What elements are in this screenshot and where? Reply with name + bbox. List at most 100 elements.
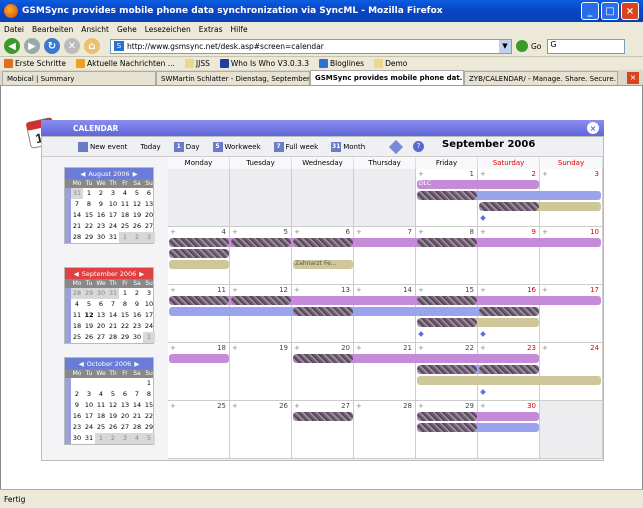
- menu-lesezeichen[interactable]: Lesezeichen: [145, 25, 191, 34]
- mini-day[interactable]: 1: [143, 378, 155, 389]
- mini-day[interactable]: 22: [143, 411, 155, 422]
- bookmark-erste-schritte[interactable]: Erste Schritte: [4, 59, 66, 68]
- next-month-icon[interactable]: ▶: [139, 270, 144, 278]
- day-cell[interactable]: +8: [416, 227, 478, 285]
- maximize-button[interactable]: □: [601, 2, 619, 20]
- prev-month-icon[interactable]: ◀: [74, 270, 79, 278]
- mini-day[interactable]: 4: [119, 188, 131, 199]
- day-cell[interactable]: +28: [354, 401, 416, 459]
- mini-day[interactable]: 24: [83, 422, 95, 433]
- mini-day[interactable]: 30: [95, 288, 107, 299]
- mini-day[interactable]: 4: [131, 433, 143, 444]
- calendar-event[interactable]: [293, 412, 353, 421]
- mini-day[interactable]: 5: [131, 188, 143, 199]
- mini-day[interactable]: 28: [107, 332, 119, 343]
- tab-gsmsync[interactable]: GSMSync provides mobile phone dat...: [310, 70, 464, 85]
- close-tab-icon[interactable]: ×: [627, 71, 639, 84]
- day-cell[interactable]: [168, 169, 230, 227]
- mini-day[interactable]: 27: [95, 332, 107, 343]
- add-event-icon[interactable]: +: [170, 402, 176, 410]
- mini-day[interactable]: 13: [119, 400, 131, 411]
- add-event-icon[interactable]: +: [232, 228, 238, 236]
- url-bar[interactable]: S http://www.gsmsync.net/desk.asp#screen…: [110, 38, 512, 54]
- mini-day[interactable]: 11: [95, 400, 107, 411]
- mini-day[interactable]: 15: [83, 210, 95, 221]
- day-cell[interactable]: [230, 169, 292, 227]
- menu-extras[interactable]: Extras: [199, 25, 223, 34]
- mini-day[interactable]: 16: [71, 411, 83, 422]
- calendar-event[interactable]: [169, 238, 229, 247]
- mini-day[interactable]: 17: [83, 411, 95, 422]
- add-event-icon[interactable]: +: [418, 228, 424, 236]
- back-arrow-icon[interactable]: ◀: [4, 38, 20, 54]
- add-event-icon[interactable]: +: [356, 344, 362, 352]
- add-event-icon[interactable]: +: [542, 344, 548, 352]
- next-month-icon[interactable]: ▶: [133, 170, 138, 178]
- bookmark-bloglines[interactable]: Bloglines: [319, 59, 364, 68]
- calendar-event[interactable]: [417, 238, 477, 247]
- mini-day[interactable]: 2: [71, 389, 83, 400]
- calendar-event[interactable]: Zahnarzt Fe...: [293, 260, 353, 269]
- calendar-event[interactable]: [293, 354, 353, 363]
- day-cell[interactable]: +7: [354, 227, 416, 285]
- mini-day[interactable]: 4: [95, 389, 107, 400]
- calendar-event[interactable]: DLC: [417, 180, 539, 189]
- add-event-icon[interactable]: +: [170, 286, 176, 294]
- calendar-event[interactable]: [231, 238, 291, 247]
- today-button[interactable]: Today: [140, 143, 160, 151]
- mini-day[interactable]: 3: [83, 389, 95, 400]
- mini-day[interactable]: 8: [119, 299, 131, 310]
- mini-day[interactable]: 10: [83, 400, 95, 411]
- mini-day[interactable]: 1: [95, 433, 107, 444]
- add-event-icon[interactable]: +: [418, 170, 424, 178]
- close-window-button[interactable]: ×: [621, 2, 639, 20]
- mini-day[interactable]: 31: [83, 433, 95, 444]
- mini-day[interactable]: 12: [107, 400, 119, 411]
- mini-day[interactable]: 5: [143, 433, 155, 444]
- day-cell[interactable]: +17: [540, 285, 603, 343]
- calendar-event[interactable]: [417, 376, 601, 385]
- menu-hilfe[interactable]: Hilfe: [231, 25, 248, 34]
- calendar-event[interactable]: [417, 365, 477, 374]
- day-cell[interactable]: [354, 169, 416, 227]
- mini-day[interactable]: 18: [95, 411, 107, 422]
- mini-day[interactable]: 19: [107, 411, 119, 422]
- stop-icon[interactable]: ✕: [64, 38, 80, 54]
- mini-day[interactable]: 1: [83, 188, 95, 199]
- mini-day[interactable]: 29: [83, 232, 95, 243]
- calendar-event[interactable]: [479, 365, 539, 374]
- mini-day[interactable]: 22: [83, 221, 95, 232]
- mini-day[interactable]: 11: [119, 199, 131, 210]
- mini-day[interactable]: 25: [71, 332, 83, 343]
- workweek-view-button[interactable]: 5 Workweek: [212, 141, 261, 152]
- mini-day[interactable]: 29: [83, 288, 95, 299]
- add-event-icon[interactable]: +: [480, 170, 486, 178]
- new-event-button[interactable]: New event: [78, 141, 127, 152]
- mini-day[interactable]: 1: [119, 288, 131, 299]
- mini-day[interactable]: 23: [131, 321, 143, 332]
- add-event-icon[interactable]: +: [294, 402, 300, 410]
- mini-day[interactable]: 7: [107, 299, 119, 310]
- reload-icon[interactable]: ↻: [44, 38, 60, 54]
- mini-day[interactable]: 14: [107, 310, 119, 321]
- mini-day[interactable]: 15: [143, 400, 155, 411]
- menu-ansicht[interactable]: Ansicht: [81, 25, 109, 34]
- calendar-event[interactable]: [293, 307, 353, 316]
- mini-day[interactable]: 2: [131, 232, 143, 243]
- mini-day[interactable]: 31: [107, 288, 119, 299]
- mini-day[interactable]: 25: [119, 221, 131, 232]
- mini-day[interactable]: 12: [83, 310, 95, 321]
- add-event-icon[interactable]: +: [542, 170, 548, 178]
- day-cell[interactable]: +19: [230, 343, 292, 401]
- mini-day[interactable]: 4: [71, 299, 83, 310]
- add-event-icon[interactable]: +: [480, 228, 486, 236]
- prev-month-icon[interactable]: ◀: [80, 170, 85, 178]
- add-event-icon[interactable]: +: [542, 286, 548, 294]
- calendar-event[interactable]: [169, 296, 229, 305]
- calendar-event[interactable]: [479, 307, 539, 316]
- mini-day[interactable]: 31: [107, 232, 119, 243]
- day-cell[interactable]: +27: [292, 401, 354, 459]
- mini-day[interactable]: 19: [131, 210, 143, 221]
- mini-day[interactable]: 17: [143, 310, 155, 321]
- search-input[interactable]: G: [547, 38, 626, 54]
